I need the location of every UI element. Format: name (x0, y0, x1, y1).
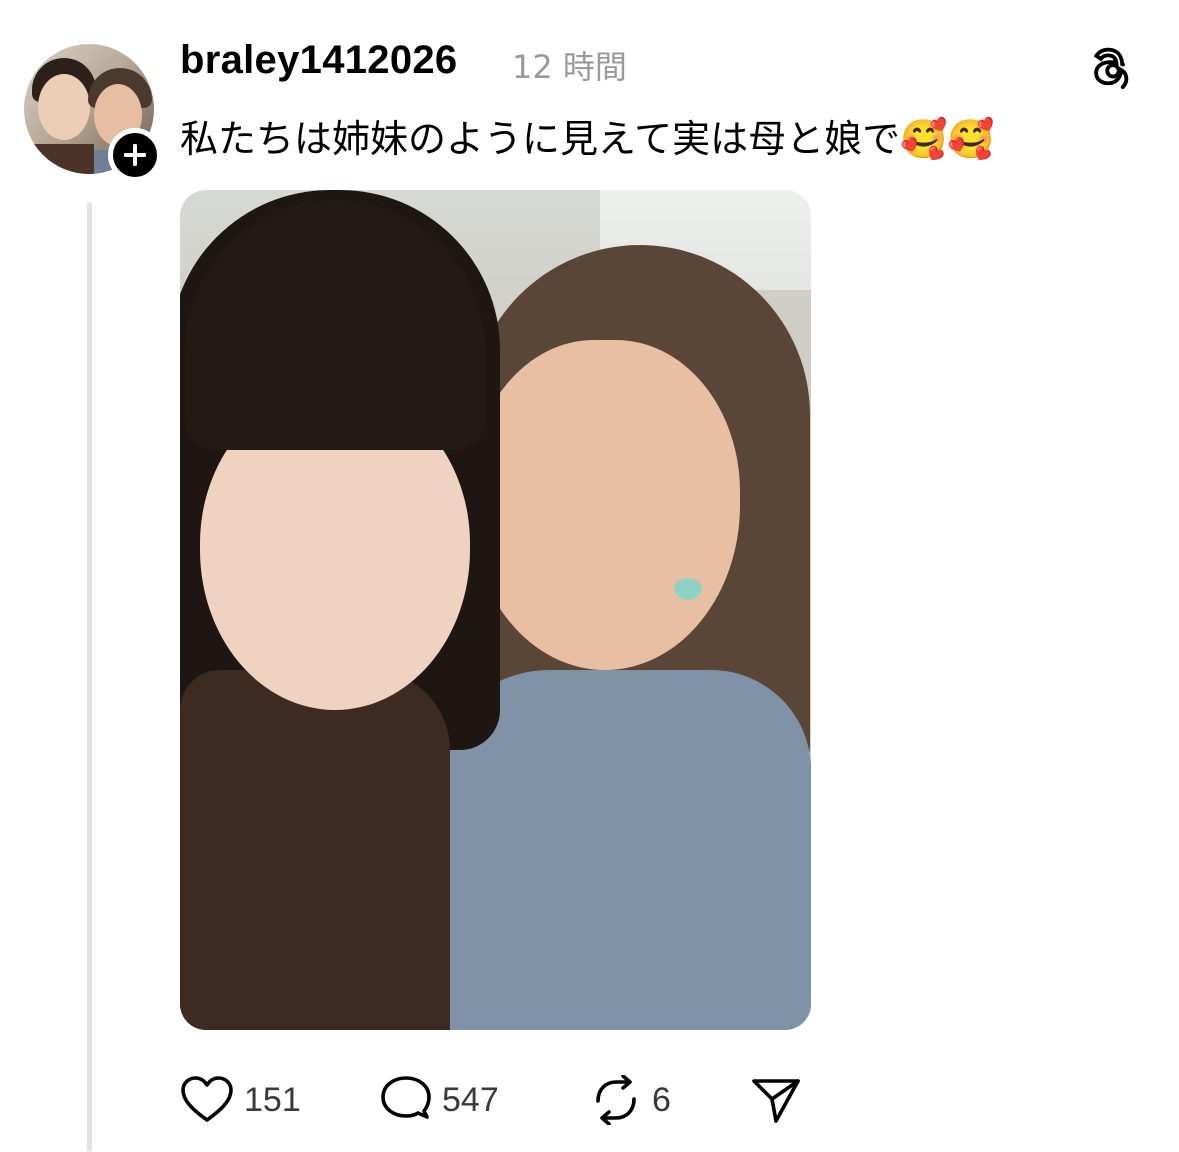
post-text: 私たちは姉妹のように見えて実は母と娘で🥰🥰 (180, 117, 995, 161)
threads-logo-icon[interactable] (1090, 43, 1136, 89)
post-timestamp: 12 時間 (512, 48, 627, 86)
heart-icon (181, 1076, 233, 1122)
follow-button[interactable] (108, 128, 162, 182)
reply-button[interactable]: 547 (380, 1075, 499, 1125)
send-icon (752, 1079, 800, 1123)
repost-icon (596, 1075, 636, 1125)
share-button[interactable] (750, 1075, 802, 1125)
post-image[interactable] (180, 190, 811, 1030)
repost-button[interactable]: 6 (590, 1075, 671, 1125)
thread-line (87, 202, 92, 1152)
reply-count: 547 (442, 1080, 499, 1119)
repost-count: 6 (652, 1080, 671, 1119)
like-count: 151 (244, 1080, 301, 1119)
like-button[interactable]: 151 (180, 1075, 301, 1125)
comment-icon (381, 1076, 431, 1119)
plus-icon (124, 144, 146, 166)
username[interactable]: braley1412026 (180, 38, 457, 83)
